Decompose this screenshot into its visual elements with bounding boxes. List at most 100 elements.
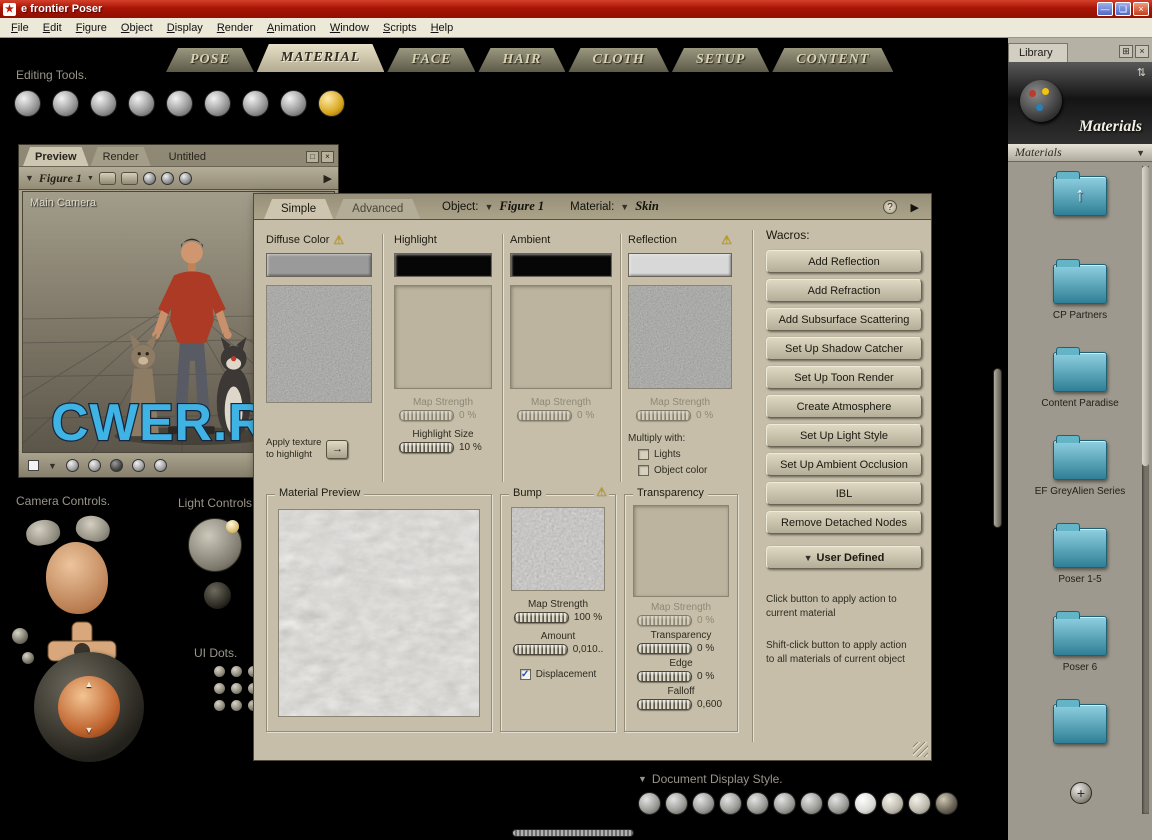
ui-dot[interactable] [231,666,242,677]
map-strength-dial[interactable] [637,615,692,626]
display-style-icon[interactable] [746,792,769,815]
displacement-checkbox[interactable]: ✓ [520,669,531,680]
panel-resize-grip[interactable] [913,742,928,757]
camera-head-control[interactable] [46,542,108,614]
library-tab[interactable]: Library [1008,43,1068,62]
editing-tool-icon[interactable] [204,90,231,117]
apply-texture-button[interactable]: → [326,440,348,459]
display-style-icon[interactable] [908,792,931,815]
library-folder[interactable]: ↑ [1008,176,1152,264]
chevron-down-icon[interactable]: ▼ [87,175,94,182]
edge-dial[interactable] [637,671,692,682]
reflection-texture-preview[interactable] [628,285,732,389]
help-icon[interactable]: ? [883,200,897,214]
library-dock-icon[interactable]: ⊞ [1119,45,1133,58]
library-scrollbar[interactable] [1142,166,1149,814]
amount-dial[interactable] [513,644,568,655]
wacro-button[interactable]: Set Up Shadow Catcher [766,337,922,360]
menu-item[interactable]: File [4,20,36,36]
display-style-icon[interactable] [773,792,796,815]
editing-tool-icon[interactable] [242,90,269,117]
menu-item[interactable]: Help [424,20,461,36]
display-style-icon[interactable] [665,792,688,815]
wacro-button[interactable]: Set Up Toon Render [766,366,922,389]
camera-trackball[interactable]: ▲ ▼ [34,652,144,762]
display-style-icon[interactable] [827,792,850,815]
camera-hand-icon[interactable] [74,513,112,545]
room-tab[interactable]: POSE [166,48,254,72]
camera-ball-icon[interactable] [12,628,28,644]
background-color-swatch[interactable] [28,460,39,471]
minimize-button[interactable]: — [1097,2,1113,16]
viewport-option-ball[interactable] [66,459,79,472]
view-ball-icon[interactable] [143,172,156,185]
room-tab[interactable]: CLOTH [568,48,668,72]
ambient-texture-preview[interactable] [510,285,612,389]
divider-drag-handle[interactable] [993,368,1002,528]
add-button[interactable]: + [1070,782,1092,804]
room-tab[interactable]: FACE [387,48,475,72]
camera-ball-icon[interactable] [22,652,34,664]
user-defined-button[interactable]: ▼ User Defined [766,546,922,569]
transparency-texture-preview[interactable] [633,505,729,597]
library-category-selector[interactable]: Materials ▼ [1008,144,1152,162]
object-dropdown-icon[interactable]: ▼ [484,202,493,212]
camera-hand-icon[interactable] [24,517,62,548]
editing-tool-icon[interactable] [128,90,155,117]
frame-tool-icon[interactable] [121,172,138,185]
checkbox[interactable] [638,465,649,476]
menu-item[interactable]: Figure [69,20,114,36]
toolbar-next-icon[interactable]: ▶ [324,172,332,185]
display-style-icon[interactable] [800,792,823,815]
chevron-down-icon[interactable]: ▼ [638,774,647,784]
diffuse-color-swatch[interactable] [266,253,372,277]
display-style-icon[interactable] [719,792,742,815]
checkbox[interactable] [638,449,649,460]
chevron-down-icon[interactable]: ▼ [48,461,57,471]
transparency-dial[interactable] [637,643,692,654]
editing-tool-icon[interactable] [318,90,345,117]
library-folder[interactable]: ↑ Poser 6 [1008,616,1152,704]
view-ball-icon[interactable] [179,172,192,185]
room-tab[interactable]: MATERIAL [257,44,385,72]
ui-dot[interactable] [231,700,242,711]
wacro-button[interactable]: Set Up Light Style [766,424,922,447]
highlight-texture-preview[interactable] [394,285,492,389]
frame-tool-icon[interactable] [99,172,116,185]
figure-dropdown-icon[interactable]: ▼ [25,173,34,183]
menu-item[interactable]: Window [323,20,376,36]
camera-trackball-sphere[interactable]: ▲ ▼ [58,676,120,738]
horizontal-scroll-dial[interactable] [512,829,634,837]
display-style-icon[interactable] [881,792,904,815]
viewport-option-ball[interactable] [154,459,167,472]
menu-item[interactable]: Scripts [376,20,424,36]
material-panel-tab[interactable]: Simple [264,199,333,219]
wacro-button[interactable]: Set Up Ambient Occlusion [766,453,922,476]
wacro-button[interactable]: Add Subsurface Scattering [766,308,922,331]
menu-item[interactable]: Object [114,20,160,36]
scrollbar-thumb[interactable] [1142,166,1149,466]
editing-tool-icon[interactable] [280,90,307,117]
library-folder[interactable]: ↑ Content Paradise [1008,352,1152,440]
highlight-color-swatch[interactable] [394,253,492,277]
material-panel-tab[interactable]: Advanced [335,199,420,219]
menu-item[interactable]: Display [160,20,210,36]
viewport-option-ball[interactable] [132,459,145,472]
wacro-button[interactable]: Remove Detached Nodes [766,511,922,534]
close-button[interactable]: × [1133,2,1149,16]
ambient-color-swatch[interactable] [510,253,612,277]
material-dropdown-icon[interactable]: ▼ [620,202,629,212]
view-ball-icon[interactable] [161,172,174,185]
map-strength-dial[interactable] [514,612,569,623]
display-style-icon[interactable] [854,792,877,815]
preview-tab[interactable]: Preview [23,147,89,166]
figure-selector[interactable]: Figure 1 [39,171,82,186]
library-close-icon[interactable]: × [1135,45,1149,58]
editing-tool-icon[interactable] [52,90,79,117]
display-style-icon[interactable] [692,792,715,815]
preview-restore-icon[interactable]: □ [306,151,319,163]
library-folder[interactable]: ↑ CP Partners [1008,264,1152,352]
reflection-color-swatch[interactable] [628,253,732,277]
wacro-button[interactable]: Add Refraction [766,279,922,302]
ui-dot[interactable] [214,666,225,677]
